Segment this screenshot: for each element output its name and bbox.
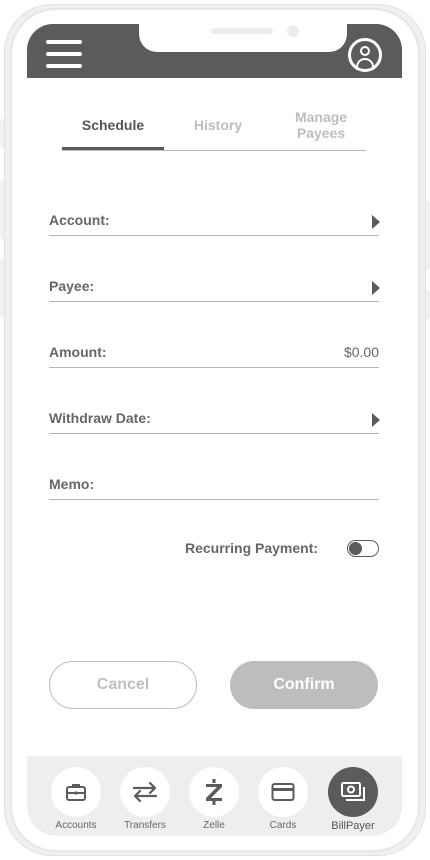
- nav-circle: [258, 767, 308, 817]
- confirm-button-label: Confirm: [273, 676, 335, 693]
- nav-billpayer[interactable]: BillPayer: [318, 756, 388, 836]
- transfer-arrows-icon: [132, 781, 158, 803]
- memo-label: Memo:: [49, 476, 95, 492]
- chevron-right-icon: [372, 413, 380, 427]
- tab-manage-payees[interactable]: Manage Payees: [280, 100, 362, 150]
- nav-circle: [120, 767, 170, 817]
- bottom-nav: Accounts Transfers Zelle Cards BillPayer: [27, 756, 402, 836]
- cancel-button[interactable]: Cancel: [49, 661, 197, 709]
- tab-manage-payees-label: Manage Payees: [294, 109, 348, 141]
- account-label: Account:: [49, 212, 110, 228]
- nav-circle: [189, 767, 239, 817]
- memo-field[interactable]: Memo:: [49, 469, 379, 500]
- nav-zelle-label: Zelle: [203, 820, 225, 831]
- active-tab-indicator: [62, 147, 164, 150]
- chevron-right-icon: [372, 215, 380, 229]
- account-field[interactable]: Account:: [49, 205, 380, 236]
- chevron-right-icon: [372, 281, 380, 295]
- toggle-knob: [349, 542, 362, 555]
- phone-notch: [139, 22, 347, 52]
- user-profile-icon[interactable]: [348, 38, 382, 72]
- tab-schedule-label: Schedule: [81, 117, 145, 133]
- speaker: [211, 28, 273, 34]
- nav-zelle[interactable]: Zelle: [179, 756, 249, 836]
- cancel-button-label: Cancel: [96, 676, 150, 693]
- tab-bar: Schedule History Manage Payees: [62, 100, 366, 151]
- amount-label: Amount:: [49, 344, 107, 360]
- withdraw-date-label: Withdraw Date:: [49, 410, 151, 426]
- tab-history[interactable]: History: [168, 100, 268, 150]
- confirm-button[interactable]: Confirm: [230, 661, 378, 709]
- tab-history-label: History: [193, 117, 243, 133]
- nav-accounts-label: Accounts: [55, 820, 97, 831]
- withdraw-date-field[interactable]: Withdraw Date:: [49, 403, 380, 434]
- menu-icon[interactable]: [46, 40, 82, 68]
- recurring-payment-toggle[interactable]: [347, 540, 379, 557]
- tab-schedule[interactable]: Schedule: [62, 100, 164, 150]
- nav-cards[interactable]: Cards: [248, 756, 318, 836]
- nav-circle: [328, 767, 378, 817]
- nav-circle: [51, 767, 101, 817]
- nav-transfers[interactable]: Transfers: [110, 756, 180, 836]
- nav-cards-label: Cards: [269, 820, 297, 831]
- payee-field[interactable]: Payee:: [49, 271, 380, 302]
- nav-billpayer-label: BillPayer: [331, 820, 375, 832]
- nav-transfers-label: Transfers: [124, 820, 166, 831]
- briefcase-icon: [66, 784, 86, 801]
- payee-label: Payee:: [49, 278, 95, 294]
- camera: [287, 25, 299, 37]
- amount-value[interactable]: $0.00: [344, 344, 379, 360]
- amount-field[interactable]: Amount: $0.00: [49, 337, 379, 368]
- zelle-icon: [206, 779, 222, 805]
- credit-card-icon: [271, 783, 295, 801]
- bill-money-icon: [341, 782, 365, 801]
- top-bar: [27, 22, 402, 78]
- recurring-payment-label: Recurring Payment:: [185, 540, 319, 556]
- nav-accounts[interactable]: Accounts: [41, 756, 111, 836]
